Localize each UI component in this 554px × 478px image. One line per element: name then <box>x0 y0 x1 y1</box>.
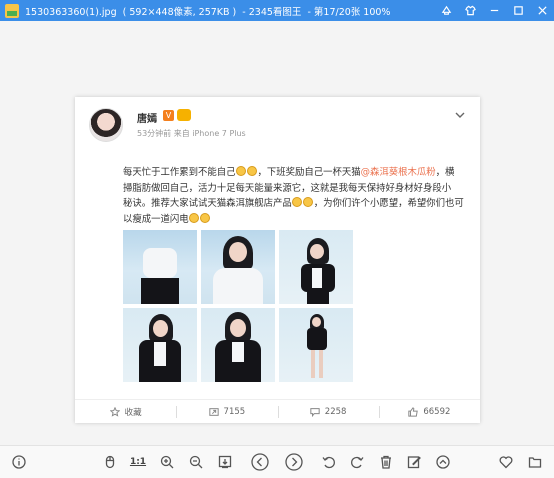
username[interactable]: 唐嫣 <box>137 110 157 125</box>
favorite-action[interactable]: 收藏 <box>75 400 176 423</box>
info-icon[interactable] <box>10 453 28 471</box>
prev-icon[interactable] <box>250 452 270 472</box>
photo-thumbnail[interactable] <box>123 308 197 382</box>
mention-link[interactable]: @森洱葵根木瓜粉 <box>361 167 436 178</box>
minimize-icon[interactable] <box>482 0 506 21</box>
photo-thumbnail[interactable] <box>123 230 197 304</box>
zoom-in-icon[interactable] <box>158 453 176 471</box>
favorite-label: 收藏 <box>124 407 142 418</box>
emoji-icon <box>189 212 200 223</box>
next-icon[interactable] <box>284 452 304 472</box>
post-meta: 53分钟前 来自 iPhone 7 Plus <box>137 129 246 138</box>
post-text: 每天忙于工作累到不能自己 ，下班奖励自己一杯天猫@森洱葵根木瓜粉，横 掃脂肪做回自… <box>123 165 471 227</box>
post-text-line2: 掃脂肪做回自己，活力十足每天能量来源它，这就是我每天保持好身材好身段小 <box>123 182 452 194</box>
image-viewport[interactable]: 唐嫣 V 53分钟前 来自 iPhone 7 Plus 每天忙于工作累到不能自己… <box>0 21 554 445</box>
title-bar: 1530363360(1).jpg ( 592×448像素, 257KB ) -… <box>0 0 554 21</box>
post-text-line3-a: 秘诀。推荐大家试试天猫森洱旗舰店产品 <box>123 198 292 209</box>
close-icon[interactable] <box>530 0 554 21</box>
maximize-icon[interactable] <box>506 0 530 21</box>
thumbs-up-icon <box>408 406 419 417</box>
up-icon[interactable] <box>434 453 452 471</box>
repost-action[interactable]: 7155 <box>176 400 277 423</box>
actual-size-label: 1:1 <box>129 457 147 467</box>
post-text-line1-c: ，横 <box>435 167 455 178</box>
app-logo-icon <box>5 3 19 18</box>
repost-count: 7155 <box>223 406 246 417</box>
star-icon <box>109 406 120 417</box>
verified-badge: V <box>163 110 174 121</box>
like-action[interactable]: 66592 <box>378 400 480 423</box>
more-icon[interactable] <box>526 453 544 471</box>
favorite-icon[interactable] <box>497 453 515 471</box>
emoji-icon <box>200 212 211 223</box>
actual-size-button[interactable]: 1:1 <box>129 453 147 471</box>
chevron-down-icon[interactable] <box>454 106 466 118</box>
rotate-right-icon[interactable] <box>348 453 366 471</box>
mouse-icon[interactable] <box>101 453 119 471</box>
photo-thumbnail[interactable] <box>279 308 353 382</box>
post-text-line1-a: 每天忙于工作累到不能自己 <box>123 167 236 178</box>
photo-thumbnail[interactable] <box>201 308 275 382</box>
emoji-icon <box>247 166 258 176</box>
photo-thumbnail[interactable] <box>279 230 353 304</box>
skin-icon[interactable] <box>434 0 458 21</box>
emoji-icon <box>236 166 247 176</box>
fit-icon[interactable] <box>216 453 234 471</box>
avatar[interactable] <box>89 108 123 142</box>
emoji-icon <box>303 197 314 207</box>
emoji-icon <box>292 197 303 207</box>
post-text-line4: 以瘦成一道闪电 <box>123 213 189 225</box>
photo-thumbnail[interactable] <box>201 230 275 304</box>
weibo-post-card: 唐嫣 V 53分钟前 来自 iPhone 7 Plus 每天忙于工作累到不能自己… <box>75 97 480 423</box>
delete-icon[interactable] <box>377 453 395 471</box>
rotate-left-icon[interactable] <box>320 453 338 471</box>
bottom-toolbar: 1:1 <box>0 445 554 478</box>
repost-icon <box>208 407 219 416</box>
comment-count: 2258 <box>324 406 347 417</box>
zoom-out-icon[interactable] <box>187 453 205 471</box>
post-actions: 收藏 7155 2258 66592 <box>75 399 480 423</box>
post-text-line3-b: ，为你们许个小愿望，希望你们也可 <box>313 198 464 209</box>
comment-action[interactable]: 2258 <box>277 400 379 423</box>
like-count: 66592 <box>423 406 451 417</box>
window-title: 1530363360(1).jpg ( 592×448像素, 257KB ) -… <box>25 6 391 18</box>
shirt-icon[interactable] <box>458 0 482 21</box>
window-controls <box>434 0 554 21</box>
comment-icon <box>310 407 320 417</box>
member-crown-icon <box>177 109 191 121</box>
post-text-line1-b: ，下班奖励自己一杯天猫 <box>257 167 361 178</box>
edit-icon[interactable] <box>405 453 423 471</box>
